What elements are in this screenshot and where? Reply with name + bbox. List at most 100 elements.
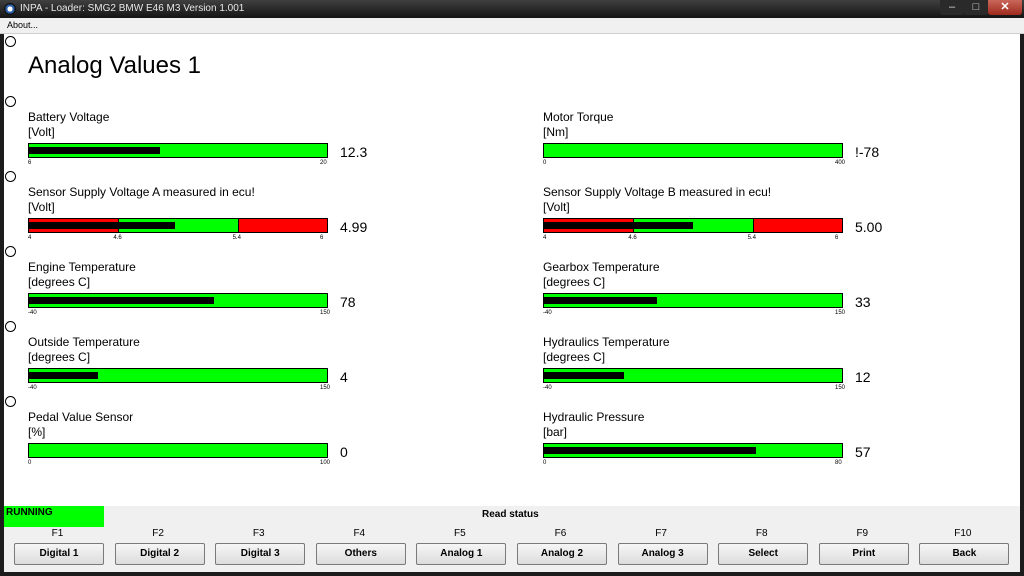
function-key-label: F10 <box>954 528 972 539</box>
function-key-label: F8 <box>755 528 768 539</box>
function-key-button[interactable]: Digital 3 <box>215 543 306 565</box>
scale-label: 4 <box>543 235 547 241</box>
function-key-button[interactable]: Digital 2 <box>114 543 205 565</box>
value-name: Hydraulic Pressure <box>543 410 645 424</box>
row-marker-radio[interactable] <box>5 246 16 257</box>
threshold-line <box>118 219 120 232</box>
function-key-label: F4 <box>353 528 366 539</box>
level-fill <box>29 372 98 379</box>
level-bar <box>543 293 843 308</box>
function-key-button[interactable]: Analog 1 <box>416 543 507 565</box>
analog-panel: Hydraulic Pressure [bar] 0 80 57 <box>543 410 903 470</box>
scale-label: -40 <box>28 385 37 391</box>
row-marker-radio[interactable] <box>5 36 16 47</box>
value-unit: [degrees C] <box>28 275 91 289</box>
main-view: Analog Values 1 Battery Voltage [Volt] 6 20… <box>4 34 1020 506</box>
function-key-button[interactable]: Print <box>818 543 909 565</box>
function-key-button[interactable]: Others <box>315 543 406 565</box>
value-name: Gearbox Temperature <box>543 260 660 274</box>
scale-label: 150 <box>320 310 331 316</box>
analog-panel: Engine Temperature [degrees C] -40 150 78 <box>28 260 388 320</box>
threshold-line <box>237 219 239 232</box>
scale-label: -40 <box>543 310 552 316</box>
function-key-button[interactable]: Digital 1 <box>14 543 104 565</box>
value-name: Sensor Supply Voltage B measured in ecu! <box>543 185 772 199</box>
scale-label: 150 <box>835 310 846 316</box>
analog-panel: Outside Temperature [degrees C] -40 150 4 <box>28 335 388 395</box>
value-readout: !-78 <box>855 144 880 160</box>
maximize-button[interactable]: □ <box>964 0 988 15</box>
analog-panel: Motor Torque [Nm] 0 400 !-78 <box>543 110 903 170</box>
value-readout: 12 <box>855 369 871 385</box>
scale-label: 400 <box>835 160 846 166</box>
value-readout: 78 <box>340 294 356 310</box>
row-marker-radio[interactable] <box>5 96 16 107</box>
scale-label: 0 <box>543 160 547 166</box>
level-bar <box>28 218 328 233</box>
function-key-label: F2 <box>152 528 164 539</box>
bmw-logo-icon <box>4 3 16 15</box>
value-unit: [bar] <box>543 425 568 439</box>
value-readout: 0 <box>340 444 348 460</box>
row-marker-radio[interactable] <box>5 171 16 182</box>
value-unit: [%] <box>28 425 46 439</box>
level-bar <box>543 143 843 158</box>
level-bar <box>28 293 328 308</box>
scale-label: 6 <box>835 235 839 241</box>
value-name: Motor Torque <box>543 110 614 124</box>
value-name: Pedal Value Sensor <box>28 410 134 424</box>
level-bar <box>543 218 843 233</box>
scale-label: 4 <box>28 235 32 241</box>
value-readout: 12.3 <box>340 144 368 160</box>
alarm-range <box>237 219 327 232</box>
menu-bar: About... <box>0 18 1024 34</box>
scale-label: 6 <box>28 160 32 166</box>
function-key-label: F6 <box>554 528 567 539</box>
function-key-button[interactable]: Analog 3 <box>617 543 708 565</box>
value-name: Sensor Supply Voltage A measured in ecu! <box>28 185 255 199</box>
analog-panel: Battery Voltage [Volt] 6 20 12.3 <box>28 110 388 170</box>
alarm-range <box>752 219 842 232</box>
read-status-label: Read status <box>482 509 539 520</box>
value-readout: 33 <box>855 294 871 310</box>
value-unit: [Nm] <box>543 125 569 139</box>
minimize-button[interactable]: – <box>940 0 964 15</box>
value-readout: 5.00 <box>855 219 883 235</box>
close-button[interactable]: ✕ <box>988 0 1022 15</box>
scale-label: 4.6 <box>628 235 637 241</box>
function-key-button[interactable]: Select <box>718 543 809 565</box>
value-name: Battery Voltage <box>28 110 110 124</box>
value-unit: [degrees C] <box>543 350 606 364</box>
menu-about[interactable]: About... <box>7 18 38 33</box>
value-name: Hydraulics Temperature <box>543 335 670 349</box>
threshold-line <box>752 219 754 232</box>
page-title: Analog Values 1 <box>28 52 202 79</box>
function-key-label: F9 <box>856 528 869 539</box>
value-unit: [degrees C] <box>28 350 91 364</box>
analog-panel: Sensor Supply Voltage A measured in ecu!… <box>28 185 388 245</box>
level-fill <box>544 372 625 379</box>
analog-panel: Hydraulics Temperature [degrees C] -40 150 1… <box>543 335 903 395</box>
level-bar <box>543 443 843 458</box>
analog-panel: Sensor Supply Voltage B measured in ecu!… <box>543 185 903 245</box>
scale-label: 6 <box>320 235 324 241</box>
function-key-label: F1 <box>51 528 64 539</box>
scale-label: 4.6 <box>113 235 122 241</box>
function-key-label: F7 <box>655 528 667 539</box>
status-bar: RUNNING Read status F1 Digital 1 F2 Digital… <box>4 506 1020 572</box>
function-key-button[interactable]: Analog 2 <box>517 543 607 565</box>
scale-label: 20 <box>320 160 327 166</box>
scale-label: 0 <box>543 460 547 466</box>
row-marker-radio[interactable] <box>5 396 16 407</box>
level-bar <box>28 443 328 458</box>
scale-label: 100 <box>320 460 331 466</box>
level-fill <box>544 297 658 304</box>
scale-label: -40 <box>28 310 37 316</box>
row-marker-radio[interactable] <box>5 321 16 332</box>
analog-panel: Gearbox Temperature [degrees C] -40 150 33 <box>543 260 903 320</box>
scale-label: -40 <box>543 385 552 391</box>
title-bar: INPA - Loader: SMG2 BMW E46 M3 Version 1… <box>0 0 1024 18</box>
level-fill <box>29 222 176 229</box>
function-key-button[interactable]: Back <box>919 543 1010 565</box>
level-fill <box>29 297 214 304</box>
